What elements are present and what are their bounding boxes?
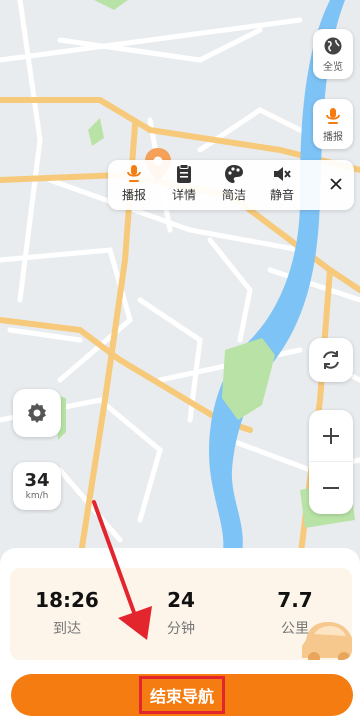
refresh-button[interactable] [309, 338, 353, 382]
trip-stats-card: 18:26 到达 24 分钟 7.7 公里 [10, 568, 352, 660]
quick-broadcast-label: 播报 [121, 188, 146, 202]
quickbar-close-button[interactable] [324, 172, 348, 196]
overview-label: 全览 [323, 61, 343, 73]
broadcast-label: 播报 [323, 131, 343, 143]
arrival-time: 18:26 [35, 588, 99, 612]
end-navigation-label: 结束导航 [138, 676, 226, 714]
quick-simple-button[interactable]: 简洁 [212, 164, 256, 206]
overview-button[interactable]: 全览 [313, 29, 353, 79]
zoom-out-button[interactable] [309, 462, 353, 514]
mic-icon [127, 165, 141, 182]
quick-broadcast-button[interactable]: 播报 [112, 164, 156, 206]
quick-action-bar: 播报 详情 简洁 静音 [108, 160, 354, 210]
speed-unit: km/h [25, 491, 49, 501]
distance-label: 公里 [281, 621, 309, 637]
distance-value: 7.7 [277, 588, 313, 612]
close-icon [330, 178, 342, 190]
clipboard-icon [177, 164, 191, 183]
gear-icon [28, 403, 46, 423]
speed-value: 34 [24, 470, 50, 491]
distance-stat: 7.7 公里 [250, 588, 340, 638]
quick-details-button[interactable]: 详情 [162, 164, 206, 206]
quick-simple-label: 简洁 [221, 188, 246, 202]
duration-label: 分钟 [167, 621, 195, 637]
quick-mute-button[interactable]: 静音 [260, 164, 304, 206]
palette-icon [225, 165, 243, 183]
quick-mute-label: 静音 [269, 188, 294, 202]
settings-button[interactable] [13, 389, 61, 437]
end-navigation-button[interactable]: 结束导航 [11, 674, 353, 716]
broadcast-button[interactable]: 播报 [313, 99, 353, 149]
arrival-label: 到达 [53, 621, 81, 637]
duration-stat: 24 分钟 [136, 588, 226, 638]
mic-icon [326, 107, 340, 124]
zoom-in-button[interactable] [309, 410, 353, 462]
globe-icon [324, 37, 342, 54]
plus-icon [323, 427, 339, 444]
speed-indicator: 34 km/h [13, 462, 61, 510]
quick-details-label: 详情 [171, 188, 196, 202]
arrival-stat: 18:26 到达 [22, 588, 112, 638]
speaker-mute-icon [274, 167, 291, 181]
zoom-controls [309, 410, 353, 514]
duration-value: 24 [167, 588, 195, 612]
refresh-icon [323, 351, 339, 369]
minus-icon [323, 487, 339, 489]
